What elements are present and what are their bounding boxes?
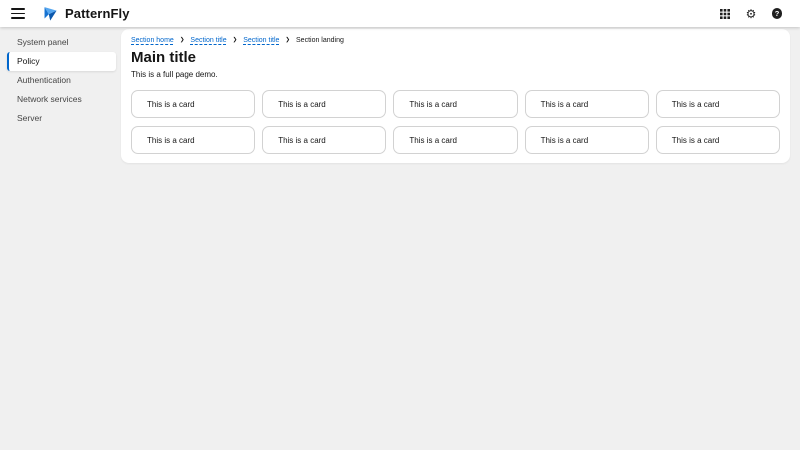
- card: This is a card: [655, 126, 780, 154]
- sidebar-item-system-panel[interactable]: System panel: [0, 33, 121, 52]
- settings-gear-icon[interactable]: ⚙: [742, 5, 760, 23]
- app-launcher-grid-icon[interactable]: [716, 5, 734, 23]
- sidebar-item-policy[interactable]: Policy: [7, 52, 116, 71]
- breadcrumb-current: Section landing: [296, 37, 344, 44]
- card: This is a card: [262, 126, 387, 154]
- sidebar-nav: System panel Policy Authentication Network …: [0, 27, 121, 450]
- card-grid: This is a card This is a card This is a ca…: [131, 90, 780, 154]
- card: This is a card: [524, 126, 649, 154]
- card: This is a card: [131, 90, 256, 118]
- brand[interactable]: PatternFly: [41, 5, 130, 22]
- card: This is a card: [655, 90, 780, 118]
- sidebar-item-network-services[interactable]: Network services: [0, 90, 121, 109]
- masthead-toolbar: ⚙ ?: [716, 5, 786, 23]
- content-panel: Section home ❯ Section title ❯ Section title…: [121, 29, 790, 163]
- breadcrumb-link[interactable]: Section home: [131, 37, 174, 44]
- patternfly-logo-icon: [41, 5, 58, 22]
- card: This is a card: [393, 126, 518, 154]
- page-title: Main title: [131, 49, 197, 66]
- card: This is a card: [393, 90, 518, 118]
- breadcrumb-link[interactable]: Section title: [243, 37, 279, 44]
- breadcrumb-link[interactable]: Section title: [190, 37, 226, 44]
- card: This is a card: [524, 90, 649, 118]
- masthead: PatternFly ⚙ ?: [0, 0, 800, 27]
- sidebar-item-authentication[interactable]: Authentication: [0, 71, 121, 90]
- sidebar-item-server[interactable]: Server: [0, 109, 121, 128]
- card: This is a card: [262, 90, 387, 118]
- help-icon[interactable]: ?: [768, 5, 786, 23]
- breadcrumb-separator-chevron-icon: ❯: [179, 36, 185, 43]
- page-description: This is a full page demo.: [131, 70, 218, 79]
- breadcrumb-separator-chevron-icon: ❯: [285, 36, 291, 43]
- breadcrumb-separator-chevron-icon: ❯: [232, 36, 238, 43]
- hamburger-menu-icon[interactable]: [10, 6, 26, 22]
- brand-title: PatternFly: [65, 6, 130, 21]
- card: This is a card: [131, 126, 256, 154]
- breadcrumb: Section home ❯ Section title ❯ Section title…: [131, 36, 780, 45]
